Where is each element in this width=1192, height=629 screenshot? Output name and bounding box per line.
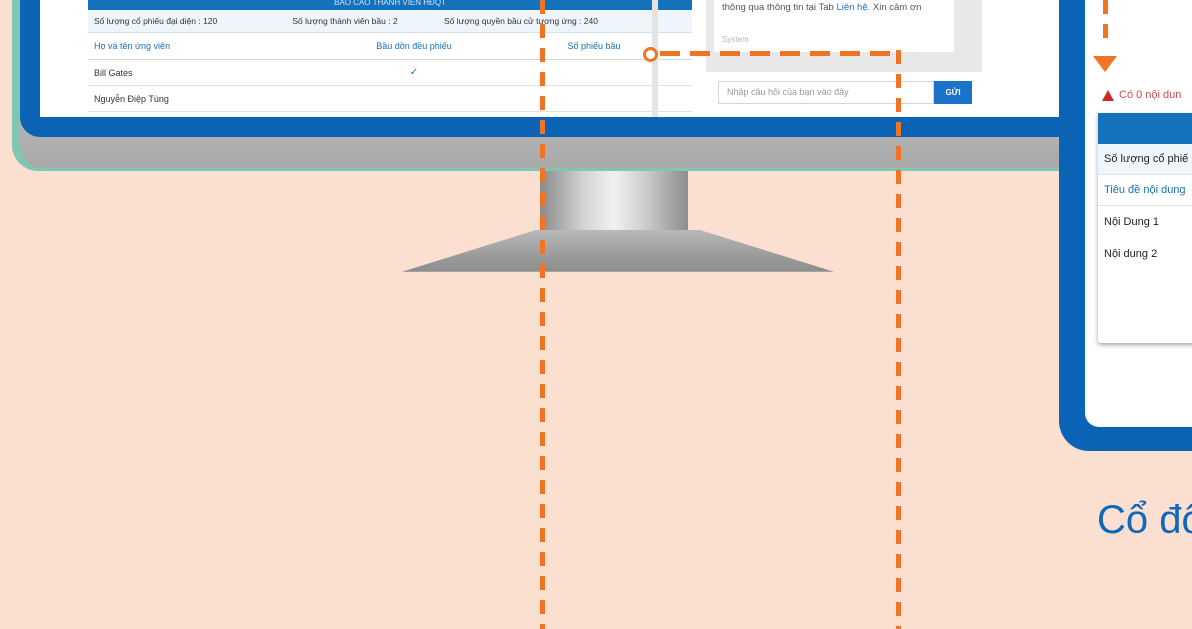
chat-message: thông qua thông tin tại Tab Liên hệ. Xin… xyxy=(714,0,954,52)
send-button[interactable]: GỬI xyxy=(934,81,972,104)
check-icon[interactable]: ✓ xyxy=(324,67,504,78)
caption-heading: Cổ đô xyxy=(1097,498,1192,542)
table-row[interactable]: Nguyễn Điệp Tùng xyxy=(88,86,692,112)
chat-message-tail: . Xin cảm ơn xyxy=(867,2,922,13)
summary-shares: Số lượng cổ phiếu đại diện : 120 xyxy=(94,16,218,26)
chat-message-text: thông qua thông tin tại Tab xyxy=(722,2,837,13)
connector-line-left xyxy=(540,0,545,629)
chat-panel: thông qua thông tin tại Tab Liên hệ. Xin… xyxy=(706,0,982,72)
column-candidate-name: Họ và tên ứng viên xyxy=(94,41,171,51)
monitor-stand-base xyxy=(402,230,834,272)
alert-message: Có 0 nội dun xyxy=(1119,89,1182,101)
connector-line-horizontal xyxy=(660,51,900,56)
content-panel: Số lượng cổ phiế Tiêu đề nội dung Nội Du… xyxy=(1098,113,1192,343)
report-summary: Số lượng cổ phiếu đại diện : 120 Số lượn… xyxy=(88,10,692,33)
list-item: Số lượng cổ phiế xyxy=(1098,144,1192,175)
summary-members: Số lượng thành viên bầu : 2 xyxy=(292,16,398,26)
contact-link[interactable]: Liên hệ xyxy=(836,2,867,13)
connector-line-right xyxy=(896,50,901,629)
list-item[interactable]: Tiêu đề nội dung xyxy=(1098,175,1192,206)
candidate-name: Bill Gates xyxy=(94,67,133,78)
connector-line-device xyxy=(1103,0,1108,40)
arrow-down-icon xyxy=(1093,56,1117,72)
candidate-name: Nguyễn Điệp Tùng xyxy=(94,93,169,104)
connector-dot-icon xyxy=(643,47,658,62)
chat-sender: System xyxy=(722,35,749,44)
warning-icon xyxy=(1102,90,1114,101)
report-title: BÁO CÁO THÀNH VIÊN HĐQT xyxy=(88,0,692,10)
panel-header xyxy=(1098,113,1192,144)
report-header-row: Họ và tên ứng viên Bầu dồn đều phiếu Số … xyxy=(88,33,692,60)
list-item[interactable]: Nội Dung 1 xyxy=(1098,206,1192,238)
column-even-vote: Bầu dồn đều phiếu xyxy=(376,41,452,51)
table-row[interactable]: Bill Gates ✓ xyxy=(88,60,692,86)
summary-votes: Số lượng quyền bầu cử tương ứng : 240 xyxy=(444,16,598,26)
election-report-table: BÁO CÁO THÀNH VIÊN HĐQT Số lượng cổ phiế… xyxy=(88,0,692,117)
list-item[interactable]: Nội dung 2 xyxy=(1098,238,1192,270)
chat-question-input[interactable]: Nhập câu hỏi của bạn vào đây xyxy=(718,81,934,104)
